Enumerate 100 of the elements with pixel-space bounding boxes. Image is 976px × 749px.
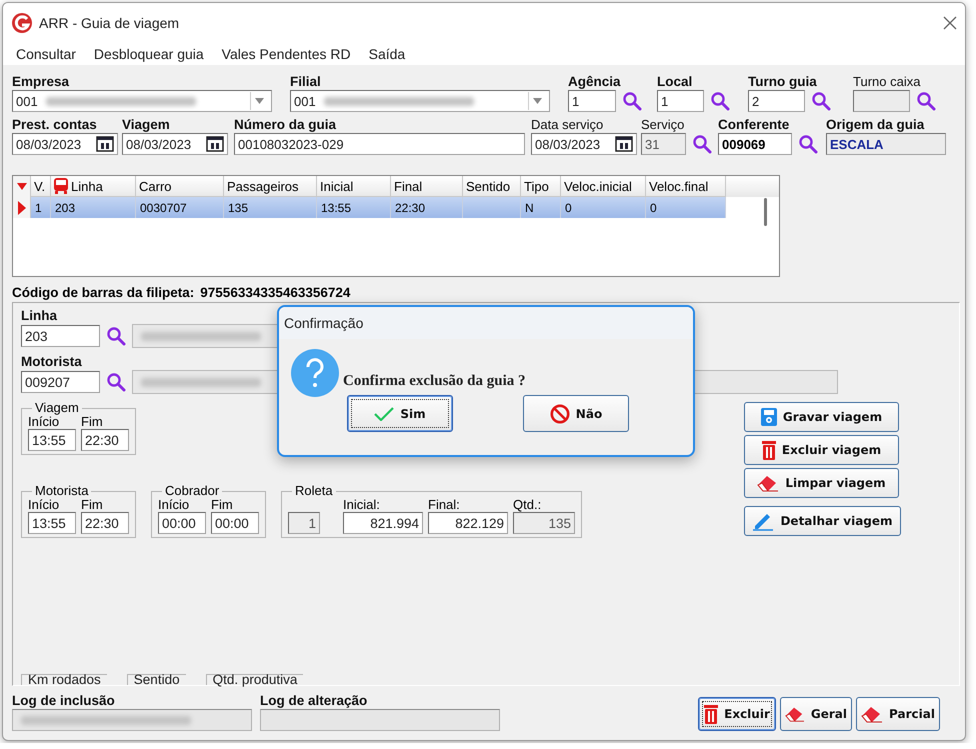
field-label: Agência <box>568 73 621 90</box>
action-button[interactable]: Gravar viagem <box>744 402 899 432</box>
scrollbar-thumb[interactable] <box>764 198 767 226</box>
checkmark-icon <box>374 406 394 420</box>
input-field[interactable]: 1 <box>657 90 704 112</box>
field-label: Final: <box>428 497 461 512</box>
field-label: Início <box>28 497 60 512</box>
search-icon[interactable] <box>811 91 831 111</box>
sort-arrow-icon[interactable] <box>16 183 26 190</box>
action-button[interactable]: Excluir <box>698 697 776 731</box>
grid-cell: 0 <box>646 197 726 218</box>
dropdown-field[interactable]: 001 <box>12 90 272 112</box>
dialog-title: Confirmação <box>284 315 364 331</box>
field-label: Número da guia <box>234 116 336 133</box>
dropdown-arrow-icon[interactable] <box>533 98 542 104</box>
field-label: Conferente <box>718 116 790 133</box>
calendar-icon[interactable] <box>206 136 224 152</box>
input-field[interactable]: 08/03/2023 <box>531 133 637 155</box>
input-field[interactable]: 08/03/2023 <box>122 133 228 155</box>
input-field[interactable]: 009207 <box>21 371 100 393</box>
field-label: Log de inclusão <box>12 692 115 709</box>
field-label: Serviço <box>641 116 684 133</box>
barcode-label: Código de barras da filipeta: <box>12 285 194 300</box>
input-field[interactable]: 009069 <box>718 133 792 155</box>
field-label: Motorista <box>21 353 82 370</box>
close-icon[interactable] <box>943 16 957 30</box>
row-pointer-icon <box>18 200 26 214</box>
input-field[interactable]: 13:55 <box>28 429 76 451</box>
action-button[interactable]: Excluir viagem <box>744 435 899 465</box>
app-logo-icon <box>11 12 33 34</box>
field-label: Linha <box>21 307 57 324</box>
calendar-icon[interactable] <box>96 136 114 152</box>
field-label: Prest. contas <box>12 116 97 133</box>
search-icon[interactable] <box>106 326 126 346</box>
input-field[interactable]: 1 <box>568 90 616 112</box>
input-field[interactable]: 22:30 <box>81 512 129 534</box>
input-field[interactable]: 13:55 <box>28 512 76 534</box>
action-button[interactable]: Limpar viagem <box>744 468 899 498</box>
eraser-icon <box>785 705 805 723</box>
input-field[interactable]: 08/03/2023 <box>12 133 118 155</box>
grid-cell: 22:30 <box>391 197 463 218</box>
group-title: Motorista <box>34 485 90 497</box>
field-label: Data serviço <box>531 116 604 133</box>
bus-icon <box>54 178 68 194</box>
menu-item[interactable]: Vales Pendentes RD <box>222 46 351 62</box>
grid-cell: 203 <box>51 197 136 218</box>
action-button[interactable]: Parcial <box>856 697 940 731</box>
group-title: Cobrador <box>164 485 220 497</box>
field-label: Local <box>657 73 692 90</box>
window-title: ARR - Guia de viagem <box>39 15 180 31</box>
grid-cell: 0030707 <box>136 197 224 218</box>
input-field[interactable]: 2 <box>748 90 805 112</box>
input-field[interactable]: 00:00 <box>158 512 206 534</box>
field-label: Turno guia <box>748 73 817 90</box>
calendar-icon[interactable] <box>615 136 633 152</box>
dropdown-field[interactable]: 001 <box>290 90 550 112</box>
dialog-button[interactable]: Sim <box>347 395 453 432</box>
field-label: Log de alteração <box>260 692 368 709</box>
search-icon[interactable] <box>710 91 730 111</box>
pencil-icon <box>752 511 774 531</box>
dropdown-arrow-icon[interactable] <box>255 98 264 104</box>
menu-item[interactable]: Saída <box>368 46 406 62</box>
field-label: Inicial: <box>343 497 381 512</box>
menu-item[interactable]: Consultar <box>16 46 76 62</box>
field-label: Início <box>158 497 190 512</box>
group-title: Qtd. produtiva <box>206 674 304 685</box>
search-icon[interactable] <box>622 91 642 111</box>
group-title: Sentido <box>126 674 186 685</box>
field-label: Qtd.: <box>513 497 542 512</box>
field-label: Empresa <box>12 73 70 90</box>
trash-icon <box>762 440 776 460</box>
grid-row[interactable]: 1 203 0030707 135 13:55 22:30 N 0 0 <box>13 197 726 218</box>
grid-cell: 135 <box>224 197 317 218</box>
search-icon[interactable] <box>106 372 126 392</box>
input-field[interactable]: 00:00 <box>211 512 259 534</box>
question-icon <box>291 349 339 397</box>
action-button[interactable]: Detalhar viagem <box>744 506 901 536</box>
grid-cell: 13:55 <box>317 197 391 218</box>
no-entry-icon <box>550 404 570 424</box>
group-title: Viagem <box>34 402 80 414</box>
input-field[interactable]: 22:30 <box>81 429 129 451</box>
group-title: Km rodados <box>21 674 107 685</box>
input-field[interactable]: 00108032023-029 <box>234 133 525 155</box>
trash-icon <box>704 704 718 724</box>
field-label: Fim <box>81 497 104 512</box>
field-label: Fim <box>81 414 104 429</box>
field-label: Início <box>28 414 60 429</box>
field-label: Fim <box>211 497 234 512</box>
menu-item[interactable]: Desbloquear guia <box>94 46 204 62</box>
search-icon[interactable] <box>798 134 818 154</box>
eraser-icon <box>861 705 884 723</box>
search-icon[interactable] <box>692 134 712 154</box>
grid-cell: 1 <box>31 197 51 218</box>
action-button[interactable]: Geral <box>780 697 852 731</box>
input-field[interactable]: 203 <box>21 325 100 347</box>
field-label: Origem da guia <box>826 116 924 133</box>
input-field[interactable]: 821.994 <box>343 512 423 534</box>
dialog-button[interactable]: Não <box>523 395 629 432</box>
input-field[interactable]: 822.129 <box>428 512 508 534</box>
search-icon[interactable] <box>916 91 936 111</box>
